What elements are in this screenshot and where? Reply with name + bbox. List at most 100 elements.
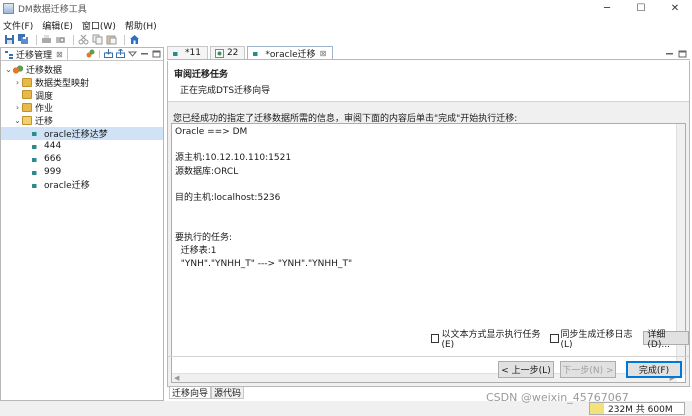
save-icon[interactable] <box>4 34 15 45</box>
maximize-button[interactable]: ☐ <box>624 0 658 17</box>
menu-help[interactable]: 帮助(H) <box>125 19 157 32</box>
wizard-options: 以文本方式显示执行任务(E) 同步生成迁移日志(L) 详细(D)... <box>431 330 689 350</box>
tab-source-code[interactable]: 源代码 <box>211 387 245 399</box>
title-bar: DM数据迁移工具 ─ ☐ ✕ <box>0 0 692 17</box>
summary-line <box>175 205 675 218</box>
tree-item[interactable]: 调度 <box>1 89 163 102</box>
menu-edit[interactable]: 编辑(E) <box>42 19 73 32</box>
tab-close-icon[interactable]: ⊠ <box>320 49 327 58</box>
tree-item-label: oracle迁移 <box>44 181 90 192</box>
watermark: CSDN @weixin_45767067 <box>486 391 629 404</box>
tree-item-label: 作业 <box>35 104 54 115</box>
tab-22[interactable]: 22 <box>209 46 246 59</box>
task-icon <box>31 157 41 162</box>
toolbar <box>0 33 692 46</box>
tree-item[interactable]: › 作业 <box>1 101 163 114</box>
view-menu-icon[interactable] <box>128 49 137 58</box>
tree-item-label: 666 <box>44 153 62 164</box>
panel-tab-bar: 迁移管理 ⊠ <box>1 47 163 61</box>
tree-item[interactable]: ⌄ 迁移 <box>1 114 163 127</box>
sync-log-checkbox[interactable] <box>550 333 559 343</box>
new-project-icon[interactable] <box>86 49 95 58</box>
window-title: DM数据迁移工具 <box>18 5 87 15</box>
task-icon <box>252 52 263 56</box>
show-text-exec-checkbox[interactable] <box>431 333 440 343</box>
maximize-editor-icon[interactable] <box>678 49 687 58</box>
tab-11[interactable]: *11 <box>167 46 208 59</box>
details-button[interactable]: 详细(D)... <box>643 330 689 350</box>
toolbar-separator <box>124 34 125 45</box>
toolbar-separator <box>36 34 37 45</box>
summary-line: 目的主机:localhost:5236 <box>175 192 281 203</box>
tab-label: *oracle迁移 <box>265 49 316 60</box>
next-button[interactable]: 下一步(N) > <box>560 361 616 378</box>
data-icon <box>214 48 224 58</box>
close-button[interactable]: ✕ <box>658 0 692 17</box>
task-icon <box>31 170 41 175</box>
minimize-panel-icon[interactable] <box>140 49 149 58</box>
import-icon[interactable] <box>104 49 113 58</box>
wizard-title: 审阅迁移任务 <box>174 70 229 80</box>
folder-icon <box>22 90 32 100</box>
editor-bottom-tabs: 迁移向导 源代码 <box>169 387 245 399</box>
tree-item[interactable]: ⌄ 迁移数据 <box>1 63 163 76</box>
summary-text: Oracle ==> DM 源主机:10.12.10.110:1521 源数据库:O… <box>175 126 675 271</box>
task-icon <box>31 145 41 150</box>
memory-usage-fill <box>590 403 604 414</box>
summary-line: 要执行的任务: <box>175 232 233 243</box>
cut-icon[interactable] <box>78 34 89 45</box>
folder-open-icon <box>22 116 32 126</box>
wizard-buttons: < 上一步(L) 下一步(N) > 完成(F) <box>168 356 689 386</box>
tree-item-label: 调度 <box>35 91 54 102</box>
tree-item-label: 数据类型映射 <box>35 78 90 89</box>
paste-icon[interactable] <box>106 34 117 45</box>
tree-item[interactable]: 444 <box>1 140 163 153</box>
show-text-exec-label: 以文本方式显示执行任务(E) <box>441 329 541 350</box>
summary-line: "YNH"."YNHH_T" ---> "YNH"."YNHH_T" <box>175 258 353 269</box>
tree-item[interactable]: 666 <box>1 153 163 166</box>
tree-item-label: 迁移数据 <box>26 65 63 76</box>
chevron-right-icon[interactable]: › <box>13 78 22 87</box>
chevron-down-icon[interactable]: ⌄ <box>13 116 22 125</box>
task-icon <box>172 52 182 56</box>
export-icon[interactable] <box>116 49 125 58</box>
tree-item-label: 迁移 <box>35 117 54 128</box>
summary-line: Oracle ==> DM <box>175 127 248 137</box>
tree-item-label: 444 <box>44 141 62 152</box>
summary-line: 源主机:10.12.10.110:1521 <box>175 153 292 164</box>
chevron-down-icon[interactable]: ⌄ <box>4 65 13 74</box>
home-icon[interactable] <box>129 34 140 45</box>
sync-log-label: 同步生成迁移日志(L) <box>560 329 633 350</box>
folder-icon <box>22 77 32 87</box>
summary-line: 迁移表:1 <box>175 245 217 256</box>
tab-migration-manager[interactable]: 迁移管理 ⊠ <box>1 47 68 61</box>
menu-window[interactable]: 窗口(W) <box>82 19 116 32</box>
panel-tab-close-icon[interactable]: ⊠ <box>56 50 63 59</box>
print-icon[interactable] <box>41 34 52 45</box>
maximize-panel-icon[interactable] <box>152 49 161 58</box>
task-icon <box>31 183 41 188</box>
panel-tools <box>86 49 161 58</box>
tree-item[interactable]: 999 <box>1 165 163 178</box>
menu-bar: 文件(F) 编辑(E) 窗口(W) 帮助(H) <box>0 18 692 32</box>
tree-item[interactable]: oracle迁移达梦 <box>1 126 163 140</box>
summary-line <box>175 218 675 231</box>
save-all-icon[interactable] <box>18 34 29 45</box>
chevron-right-icon[interactable]: › <box>13 103 22 112</box>
minimize-button[interactable]: ─ <box>590 0 624 17</box>
back-button[interactable]: < 上一步(L) <box>498 361 554 378</box>
menu-file[interactable]: 文件(F) <box>3 19 33 32</box>
finish-button[interactable]: 完成(F) <box>626 361 682 378</box>
minimize-editor-icon[interactable] <box>665 49 674 58</box>
tree-item[interactable]: oracle迁移 <box>1 178 163 191</box>
wizard-subtitle: 正在完成DTS迁移向导 <box>180 86 271 96</box>
tab-oracle-migration[interactable]: *oracle迁移 ⊠ <box>247 46 334 60</box>
print-preview-icon[interactable] <box>55 34 66 45</box>
tree-view-icon <box>5 50 13 59</box>
tab-migration-wizard[interactable]: 迁移向导 <box>169 387 212 399</box>
summary-line <box>175 179 675 192</box>
tree-item[interactable]: › 数据类型映射 <box>1 76 163 89</box>
panel-tool-separator <box>99 49 100 58</box>
tree-item-label: 999 <box>44 166 62 177</box>
copy-icon[interactable] <box>92 34 103 45</box>
